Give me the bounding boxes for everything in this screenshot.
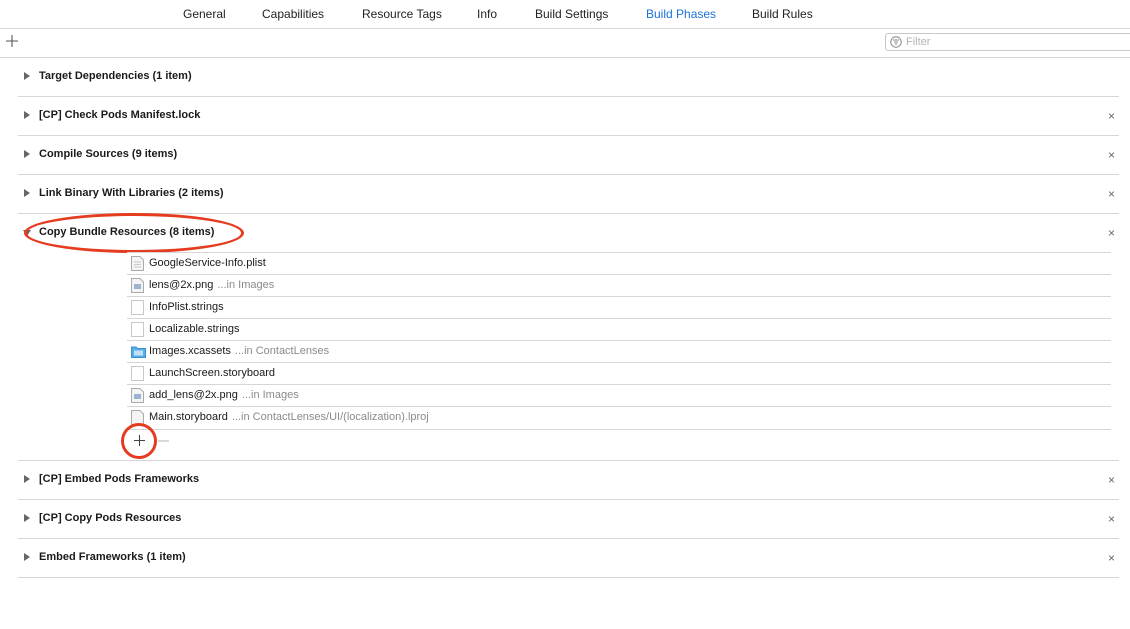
close-icon[interactable]: × [1108, 512, 1115, 526]
close-icon[interactable]: × [1108, 551, 1115, 565]
disclosure-triangle-icon[interactable] [24, 514, 30, 522]
phases-toolbar [0, 29, 1130, 57]
disclosure-triangle-icon[interactable] [24, 72, 30, 80]
file-name: Main.storyboard ...in ContactLenses/UI/(l… [149, 411, 429, 423]
file-name-text: Images.xcassets [149, 345, 231, 357]
file-row[interactable]: LaunchScreen.storyboard [127, 363, 1111, 385]
file-row[interactable]: Main.storyboard ...in ContactLenses/UI/(l… [127, 407, 1111, 429]
disclosure-triangle-icon[interactable] [23, 230, 31, 236]
phase-copy-bundle-resources[interactable]: Copy Bundle Resources (8 items) × [18, 214, 1119, 252]
image-file-icon [131, 388, 144, 403]
file-row[interactable]: Localizable.strings [127, 319, 1111, 341]
close-icon[interactable]: × [1108, 187, 1115, 201]
phase-copy-pods-resources[interactable]: [CP] Copy Pods Resources × [18, 500, 1119, 538]
file-name-text: LaunchScreen.storyboard [149, 367, 275, 379]
disclosure-triangle-icon[interactable] [24, 475, 30, 483]
file-name: LaunchScreen.storyboard [149, 367, 275, 379]
file-name: add_lens@2x.png ...in Images [149, 389, 299, 401]
phase-title: [CP] Check Pods Manifest.lock [39, 109, 201, 121]
plist-file-icon [131, 256, 144, 271]
plus-icon[interactable] [6, 35, 18, 47]
file-location: ...in ContactLenses/UI/(localization).lp… [231, 411, 429, 423]
file-name-text: lens@2x.png [149, 279, 214, 291]
tab-build-rules[interactable]: Build Rules [752, 7, 813, 21]
file-row[interactable]: GoogleService-Info.plist [127, 253, 1111, 275]
file-row[interactable]: add_lens@2x.png ...in Images [127, 385, 1111, 407]
phase-title: Compile Sources (9 items) [39, 148, 178, 160]
close-icon[interactable]: × [1108, 226, 1115, 240]
phase-embed-frameworks[interactable]: Embed Frameworks (1 item) × [18, 539, 1119, 577]
phase-title: Embed Frameworks (1 item) [39, 551, 186, 563]
file-location: ...in Images [241, 389, 299, 401]
phase-compile-sources[interactable]: Compile Sources (9 items) × [18, 136, 1119, 174]
close-icon[interactable]: × [1108, 473, 1115, 487]
row-divider [127, 429, 1111, 430]
filter-input[interactable] [906, 35, 1106, 49]
phase-divider [18, 577, 1119, 578]
close-icon[interactable]: × [1108, 109, 1115, 123]
file-location: ...in ContactLenses [234, 345, 330, 357]
file-location: ...in Images [217, 279, 275, 291]
file-name: InfoPlist.strings [149, 301, 224, 313]
tab-info[interactable]: Info [477, 7, 497, 21]
file-name: Localizable.strings [149, 323, 240, 335]
remove-file-minus-icon[interactable] [158, 440, 169, 442]
phase-title: Link Binary With Libraries (2 items) [39, 187, 224, 199]
file-name-text: Main.storyboard [149, 411, 228, 423]
file-name-text: GoogleService-Info.plist [149, 257, 266, 269]
phase-title: [CP] Embed Pods Frameworks [39, 473, 200, 485]
tab-resource-tags[interactable]: Resource Tags [362, 7, 442, 21]
phase-title: Copy Bundle Resources (8 items) [39, 226, 215, 238]
tab-build-settings[interactable]: Build Settings [535, 7, 608, 21]
strings-file-icon [131, 322, 144, 337]
file-name: GoogleService-Info.plist [149, 257, 266, 269]
disclosure-triangle-icon[interactable] [24, 111, 30, 119]
filter-icon [890, 36, 902, 48]
close-icon[interactable]: × [1108, 148, 1115, 162]
file-row[interactable]: Images.xcassets ...in ContactLenses [127, 341, 1111, 363]
storyboard-file-icon [131, 366, 144, 381]
tab-capabilities[interactable]: Capabilities [262, 7, 324, 21]
phase-link-binary[interactable]: Link Binary With Libraries (2 items) × [18, 175, 1119, 213]
storyboard-file-icon [131, 410, 144, 425]
folder-icon [131, 346, 146, 358]
disclosure-triangle-icon[interactable] [24, 553, 30, 561]
tab-general[interactable]: General [183, 7, 226, 21]
phase-title: Target Dependencies (1 item) [39, 70, 192, 82]
file-row[interactable]: InfoPlist.strings [127, 297, 1111, 319]
add-file-plus-icon[interactable] [134, 435, 145, 446]
phase-check-pods-manifest[interactable]: [CP] Check Pods Manifest.lock × [18, 97, 1119, 135]
file-name-text: Localizable.strings [149, 323, 240, 335]
file-name: Images.xcassets ...in ContactLenses [149, 345, 329, 357]
phase-title: [CP] Copy Pods Resources [39, 512, 182, 524]
file-row[interactable]: lens@2x.png ...in Images [127, 275, 1111, 297]
disclosure-triangle-icon[interactable] [24, 189, 30, 197]
phase-target-dependencies[interactable]: Target Dependencies (1 item) [18, 58, 1119, 96]
file-name-text: add_lens@2x.png [149, 389, 238, 401]
tab-bar: General Capabilities Resource Tags Info … [0, 0, 1130, 28]
phase-embed-pods-frameworks[interactable]: [CP] Embed Pods Frameworks × [18, 461, 1119, 499]
filter-field[interactable] [885, 33, 1130, 51]
tab-build-phases[interactable]: Build Phases [646, 7, 716, 21]
strings-file-icon [131, 300, 144, 315]
file-name-text: InfoPlist.strings [149, 301, 224, 313]
image-file-icon [131, 278, 144, 293]
file-name: lens@2x.png ...in Images [149, 279, 274, 291]
disclosure-triangle-icon[interactable] [24, 150, 30, 158]
